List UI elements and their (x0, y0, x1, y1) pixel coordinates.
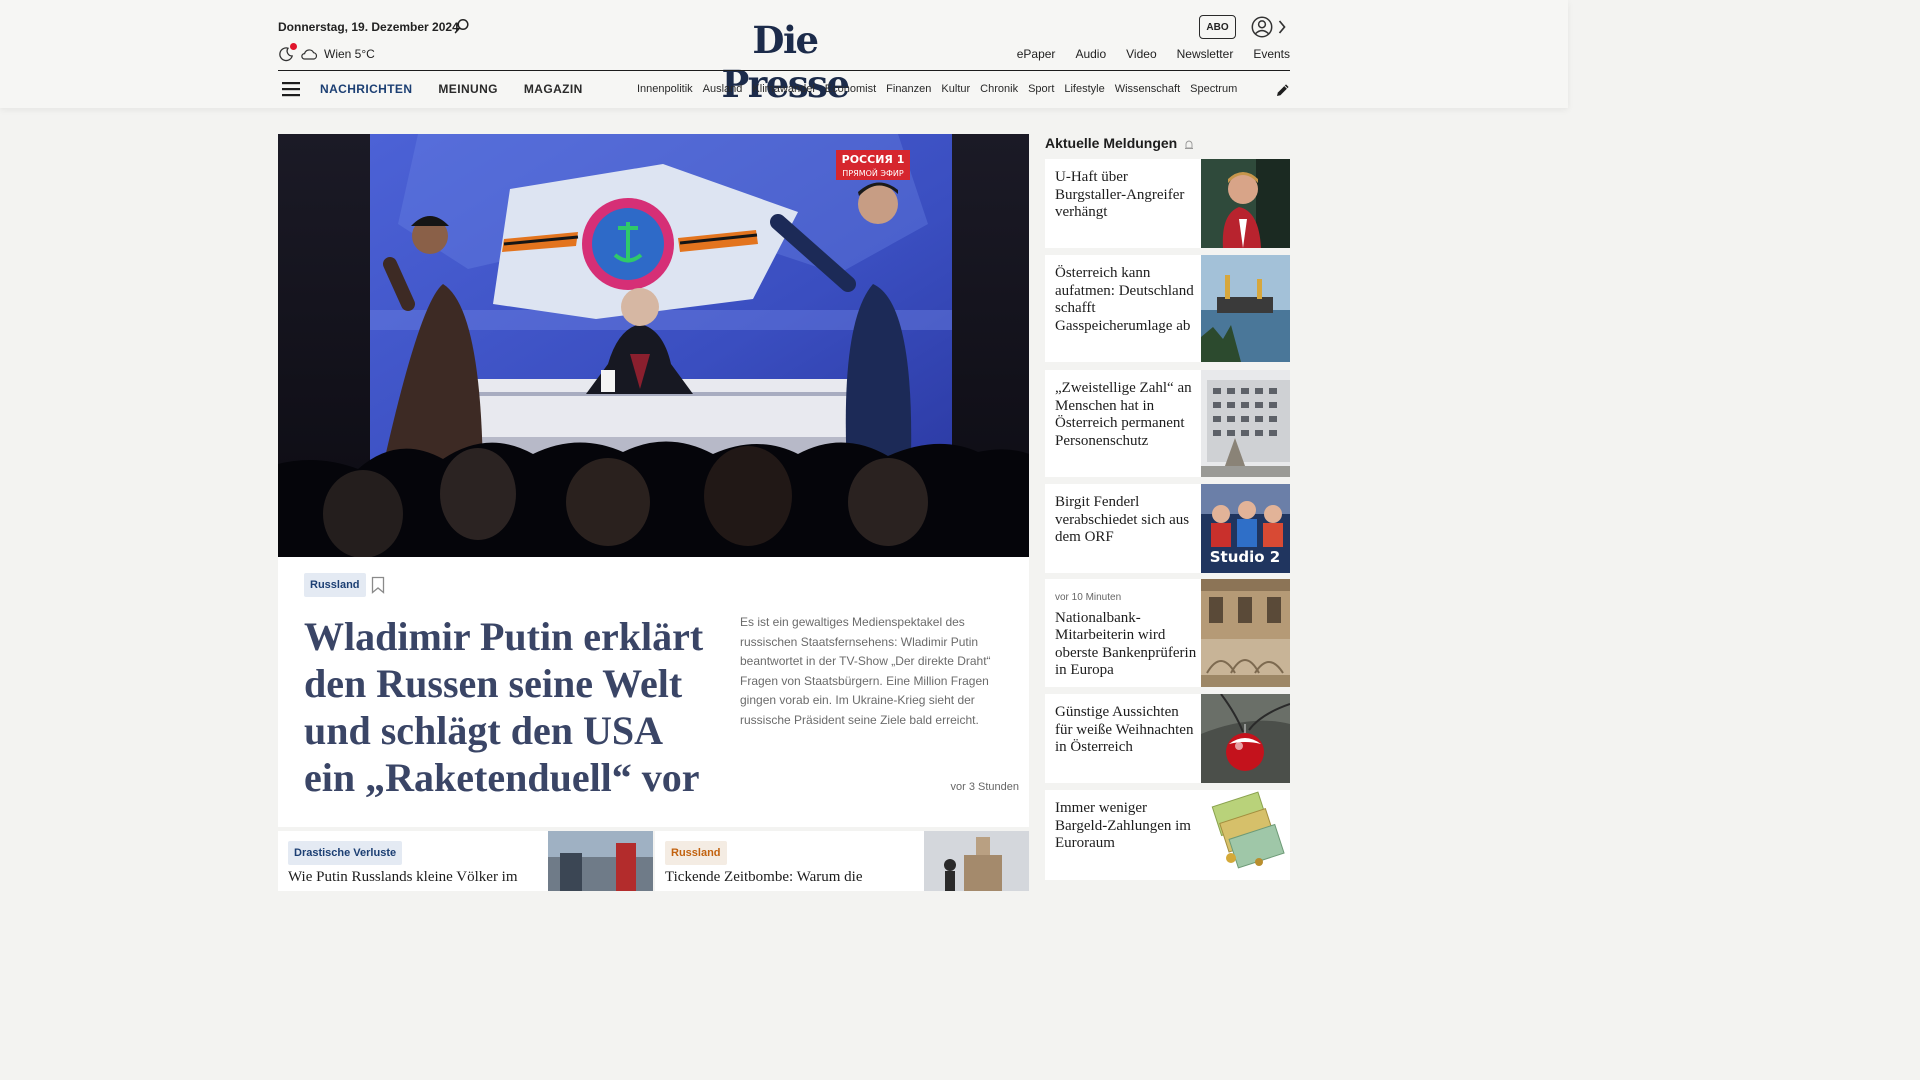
news-item[interactable]: U-Haft über Burgstaller-Angreifer verhän… (1045, 159, 1290, 248)
weather-text: Wien 5°C (324, 47, 375, 61)
section-kultur[interactable]: Kultur (941, 83, 970, 95)
teaser-title[interactable]: Tickende Zeitbombe: Warum die (665, 869, 863, 886)
moon-icon (278, 43, 297, 62)
news-image (1201, 159, 1290, 248)
link-epaper[interactable]: ePaper (1017, 47, 1056, 61)
news-item[interactable]: „Zweistellige Zahl“ an Menschen hat in Ö… (1045, 370, 1290, 477)
top-links: ePaper Audio Video Newsletter Events (1017, 47, 1290, 61)
teaser-card[interactable]: Russland Tickende Zeitbombe: Warum die (655, 831, 1029, 891)
news-title[interactable]: „Zweistellige Zahl“ an Menschen hat in Ö… (1055, 380, 1198, 450)
weather-widget[interactable]: Wien 5°C (278, 43, 375, 64)
section-nav: Innenpolitik Ausland Klimawandel Economi… (637, 83, 1259, 95)
news-item[interactable]: Birgit Fenderl verabschiedet sich aus de… (1045, 484, 1290, 573)
news-item[interactable]: Immer weniger Bargeld-Zahlungen im Euror… (1045, 790, 1290, 880)
hero-teaser: Es ist ein gewaltiges Medienspektakel de… (740, 615, 991, 727)
teaser-tag[interactable]: Drastische Verluste (288, 841, 403, 865)
hero-article[interactable]: Russland Wladimir Putin erklärt den Russ… (278, 557, 1029, 827)
current-date: Donnerstag, 19. Dezember 2024 (278, 20, 459, 34)
news-image (1201, 579, 1290, 687)
nav-magazin[interactable]: MAGAZIN (524, 82, 583, 96)
news-image (1201, 694, 1290, 783)
site-header: Donnerstag, 19. Dezember 2024 Wien 5°C D… (0, 0, 1568, 108)
news-image: Studio 2 (1201, 484, 1290, 573)
news-title[interactable]: Immer weniger Bargeld-Zahlungen im Euror… (1055, 800, 1198, 853)
nav-fade (1238, 78, 1262, 102)
teaser-title[interactable]: Wie Putin Russlands kleine Völker im (288, 869, 518, 886)
hero-photo: РОССИЯ 1 ПРЯМОЙ ЭФИР (278, 134, 1029, 557)
pencil-icon[interactable] (1275, 82, 1291, 98)
cloud-icon (301, 49, 318, 60)
news-title[interactable]: U-Haft über Burgstaller-Angreifer verhän… (1055, 169, 1198, 222)
news-title[interactable]: Österreich kann aufatmen: Deutschland sc… (1055, 265, 1198, 335)
news-item[interactable]: Günstige Aussichten für weiße Weihnachte… (1045, 694, 1290, 783)
chevron-right-icon[interactable] (1277, 19, 1287, 35)
section-innenpolitik[interactable]: Innenpolitik (637, 83, 693, 95)
hero-image[interactable]: РОССИЯ 1 ПРЯМОЙ ЭФИР (278, 134, 1029, 557)
link-events[interactable]: Events (1253, 47, 1290, 61)
hero-category-tag[interactable]: Russland (304, 573, 366, 597)
teaser-card[interactable]: Drastische Verluste Wie Putin Russlands … (278, 831, 653, 891)
section-finanzen[interactable]: Finanzen (886, 83, 931, 95)
teaser-image (924, 831, 1029, 891)
teaser-image (548, 831, 653, 891)
tv-channel-logo: РОССИЯ 1 (842, 153, 905, 166)
search-icon[interactable] (454, 18, 470, 34)
teaser-tag[interactable]: Russland (665, 841, 727, 865)
news-title[interactable]: Nationalbank-Mitarbeiterin wird oberste … (1055, 610, 1196, 679)
bookmark-icon[interactable] (371, 576, 385, 594)
section-wissenschaft[interactable]: Wissenschaft (1115, 83, 1180, 95)
link-newsletter[interactable]: Newsletter (1177, 47, 1234, 61)
main-nav: NACHRICHTEN MEINUNG MAGAZIN (320, 82, 583, 96)
news-image (1201, 255, 1290, 362)
bell-icon[interactable] (1183, 139, 1195, 151)
news-title-block[interactable]: vor 10 Minuten Nationalbank-Mitarbeiteri… (1055, 589, 1198, 680)
notification-dot (290, 43, 297, 50)
studio-logo: Studio 2 (1210, 548, 1281, 566)
news-item[interactable]: vor 10 Minuten Nationalbank-Mitarbeiteri… (1045, 579, 1290, 687)
nav-nachrichten[interactable]: NACHRICHTEN (320, 82, 412, 96)
news-item[interactable]: Österreich kann aufatmen: Deutschland sc… (1045, 255, 1290, 362)
section-economist[interactable]: Economist (825, 83, 876, 95)
news-timestamp: vor 10 Minuten (1055, 592, 1122, 603)
user-icon[interactable] (1250, 15, 1274, 39)
abo-button[interactable]: ABO (1199, 15, 1236, 39)
sidebar-title: Aktuelle Meldungen (1045, 135, 1195, 151)
tv-live-label: ПРЯМОЙ ЭФИР (842, 167, 904, 178)
nav-meinung[interactable]: MEINUNG (438, 82, 497, 96)
section-sport[interactable]: Sport (1028, 83, 1054, 95)
section-spectrum[interactable]: Spectrum (1190, 83, 1237, 95)
hero-timestamp: vor 3 Stunden (950, 781, 1020, 793)
hero-headline[interactable]: Wladimir Putin erklärt den Russen seine … (304, 613, 714, 801)
menu-icon[interactable] (281, 81, 301, 97)
section-klimawandel[interactable]: Klimawandel (752, 83, 814, 95)
news-title[interactable]: Günstige Aussichten für weiße Weihnachte… (1055, 704, 1198, 757)
news-image (1201, 370, 1290, 477)
link-audio[interactable]: Audio (1075, 47, 1106, 61)
section-lifestyle[interactable]: Lifestyle (1064, 83, 1104, 95)
link-video[interactable]: Video (1126, 47, 1156, 61)
news-title[interactable]: Birgit Fenderl verabschiedet sich aus de… (1055, 494, 1198, 547)
header-divider (278, 70, 1290, 71)
news-image (1201, 790, 1290, 880)
sidebar-title-text: Aktuelle Meldungen (1045, 135, 1178, 151)
section-chronik[interactable]: Chronik (980, 83, 1018, 95)
section-ausland[interactable]: Ausland (703, 83, 743, 95)
